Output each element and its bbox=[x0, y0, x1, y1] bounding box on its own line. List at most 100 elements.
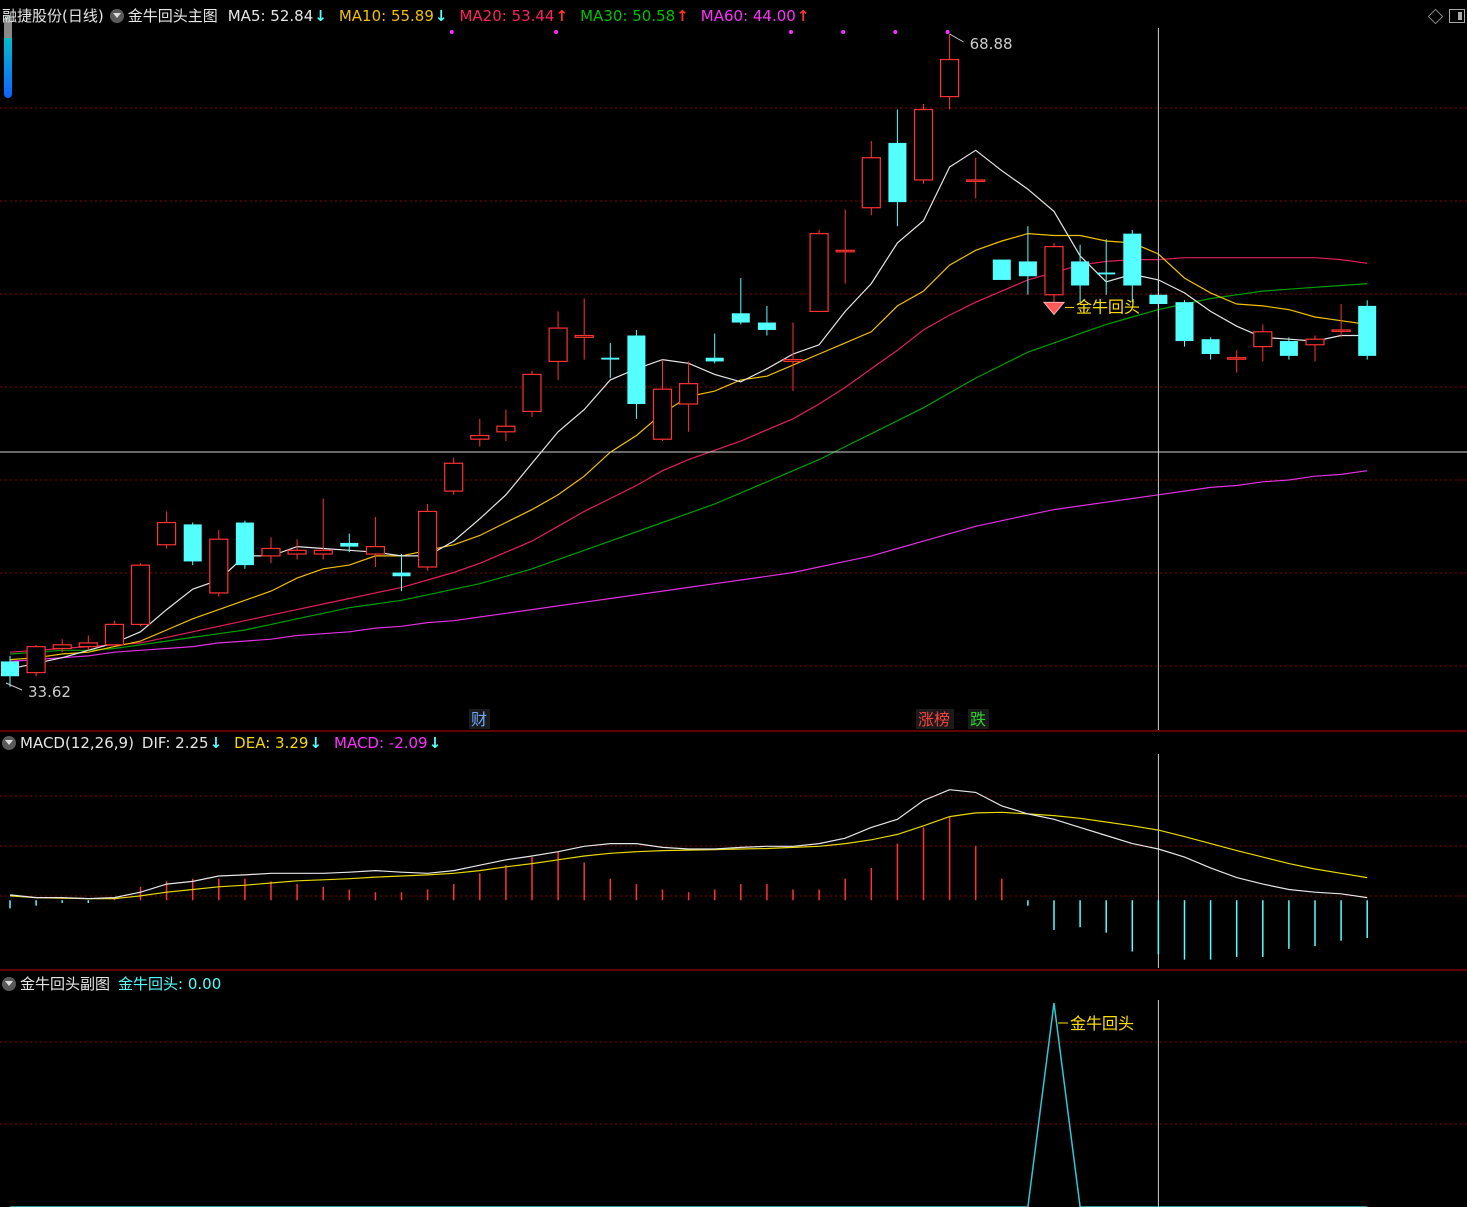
ma5-arrow-icon: ↓ bbox=[314, 7, 327, 25]
dropdown-icon[interactable] bbox=[2, 736, 16, 750]
macd-label: MACD: -2.09 bbox=[334, 734, 428, 752]
candle-body-down bbox=[1175, 302, 1194, 342]
macd-header: MACD(12,26,9) DIF: 2.25 ↓ DEA: 3.29 ↓ MACD… bbox=[2, 733, 453, 753]
candle-body-up bbox=[444, 462, 464, 492]
top-dot bbox=[841, 30, 846, 34]
ma30-label: MA30: 50.58 bbox=[580, 7, 676, 25]
candle-body-down bbox=[1279, 341, 1298, 356]
stock-name[interactable]: 融捷股份(日线) bbox=[2, 6, 104, 26]
candle-body-up bbox=[939, 58, 960, 98]
sub-value: 金牛回头: 0.00 bbox=[118, 975, 222, 993]
diamond-icon[interactable] bbox=[1427, 8, 1444, 25]
candle-body-up bbox=[809, 233, 829, 313]
candle-body-up bbox=[287, 549, 307, 555]
level-indicator[interactable] bbox=[4, 16, 12, 98]
signal-main-label: 金牛回头 bbox=[1076, 297, 1140, 316]
candle-body-down bbox=[601, 357, 620, 360]
main-indicator-name[interactable]: 金牛回头主图 bbox=[128, 6, 218, 26]
candle-body-down bbox=[705, 357, 724, 362]
top-dot bbox=[945, 30, 950, 34]
candle-body-up bbox=[52, 644, 72, 650]
candle-body-down bbox=[1071, 261, 1090, 286]
macd-arrow-icon: ↓ bbox=[428, 734, 442, 752]
candle-body-up bbox=[1305, 338, 1325, 346]
ma10-label: MA10: 55.89 bbox=[338, 7, 434, 25]
top-dot bbox=[554, 30, 559, 34]
macd-title[interactable]: MACD(12,26,9) bbox=[20, 733, 134, 753]
chart-canvas: 68.8833.62金牛回头财 涨榜 跌金牛回头 bbox=[0, 28, 1467, 1207]
ma20-label: MA20: 53.44 bbox=[459, 7, 555, 25]
candle-body-down bbox=[757, 322, 776, 330]
candle-body-down bbox=[627, 335, 646, 405]
signal-sub-label: 金牛回头 bbox=[1070, 1014, 1134, 1033]
candle-body-down bbox=[1358, 305, 1377, 356]
top-dot bbox=[893, 30, 898, 34]
candle-body-down bbox=[1123, 233, 1142, 286]
dropdown-icon[interactable] bbox=[2, 977, 16, 991]
candle-body-up bbox=[26, 646, 46, 674]
high-label: 68.88 bbox=[970, 35, 1013, 53]
dropdown-icon[interactable] bbox=[109, 9, 124, 23]
candle-body-up bbox=[1227, 357, 1247, 360]
candle-body-up bbox=[1044, 246, 1064, 296]
candle-body-up bbox=[365, 546, 385, 555]
candle-body-up bbox=[574, 334, 594, 338]
candle-body-up bbox=[313, 549, 333, 555]
dif-label: DIF: 2.25 bbox=[141, 734, 209, 752]
candle-body-up bbox=[913, 108, 934, 181]
ma5-label: MA5: 52.84 bbox=[227, 7, 314, 25]
low-arrow-icon bbox=[5, 682, 23, 691]
ma30-arrow-icon: ↑ bbox=[676, 7, 689, 25]
candle-body-up bbox=[1253, 331, 1273, 348]
candle-body-up bbox=[157, 521, 177, 546]
candle-body-down bbox=[183, 524, 202, 562]
candle-body-up bbox=[652, 388, 673, 440]
window-icon[interactable] bbox=[1449, 9, 1465, 23]
candle-body-down bbox=[1097, 272, 1116, 275]
main-header: 融捷股份(日线) 金牛回头主图 MA5: 52.84 ↓ MA10: 55.89 ↓… bbox=[2, 6, 821, 26]
candle-body-down bbox=[1018, 261, 1037, 277]
candle-body-down bbox=[340, 542, 359, 547]
candle-body-down bbox=[1, 661, 19, 677]
signal-line bbox=[10, 1002, 1368, 1207]
dif-line bbox=[9, 789, 1368, 900]
candle-body-up bbox=[966, 179, 986, 183]
badge-die: 跌 bbox=[970, 710, 986, 729]
candle-body-down bbox=[392, 572, 411, 577]
top-dot bbox=[449, 30, 454, 34]
candle-body-up bbox=[209, 538, 229, 594]
sub-title[interactable]: 金牛回头副图 bbox=[20, 974, 110, 994]
badge-cai: 财 bbox=[471, 710, 487, 729]
candle-body-down bbox=[731, 313, 750, 323]
candle-body-up bbox=[418, 510, 438, 568]
ma20-arrow-icon: ↑ bbox=[555, 7, 569, 25]
high-arrow-icon bbox=[949, 33, 964, 43]
badge-zhangbang: 涨榜 bbox=[918, 710, 950, 729]
candle-body-up bbox=[861, 157, 881, 209]
candle-body-down bbox=[1201, 339, 1220, 355]
ma30-line bbox=[9, 283, 1368, 655]
candle-body-down bbox=[992, 259, 1011, 280]
ma10-arrow-icon: ↓ bbox=[434, 7, 448, 25]
low-label: 33.62 bbox=[28, 683, 71, 701]
candle-body-up bbox=[548, 327, 568, 363]
candle-body-up bbox=[496, 425, 516, 433]
dea-arrow-icon: ↓ bbox=[309, 734, 322, 752]
candle-body-up bbox=[835, 249, 855, 253]
ma60-label: MA60: 44.00 bbox=[700, 7, 796, 25]
dea-line bbox=[9, 811, 1368, 900]
sub-header: 金牛回头副图 金牛回头: 0.00 bbox=[2, 974, 231, 994]
top-dot bbox=[789, 30, 793, 34]
candle-body-up bbox=[783, 358, 803, 363]
dif-arrow-icon: ↓ bbox=[209, 734, 223, 752]
candle-body-up bbox=[522, 373, 542, 413]
window-controls bbox=[1427, 8, 1465, 25]
candle-body-up bbox=[261, 547, 281, 557]
candle-body-up bbox=[130, 564, 151, 626]
candle-body-up bbox=[104, 623, 125, 646]
gem-icon bbox=[1042, 301, 1066, 316]
candle-body-up bbox=[78, 642, 98, 648]
ma60-arrow-icon: ↑ bbox=[796, 7, 810, 25]
dea-label: DEA: 3.29 bbox=[234, 734, 309, 752]
candle-body-up bbox=[678, 383, 699, 405]
